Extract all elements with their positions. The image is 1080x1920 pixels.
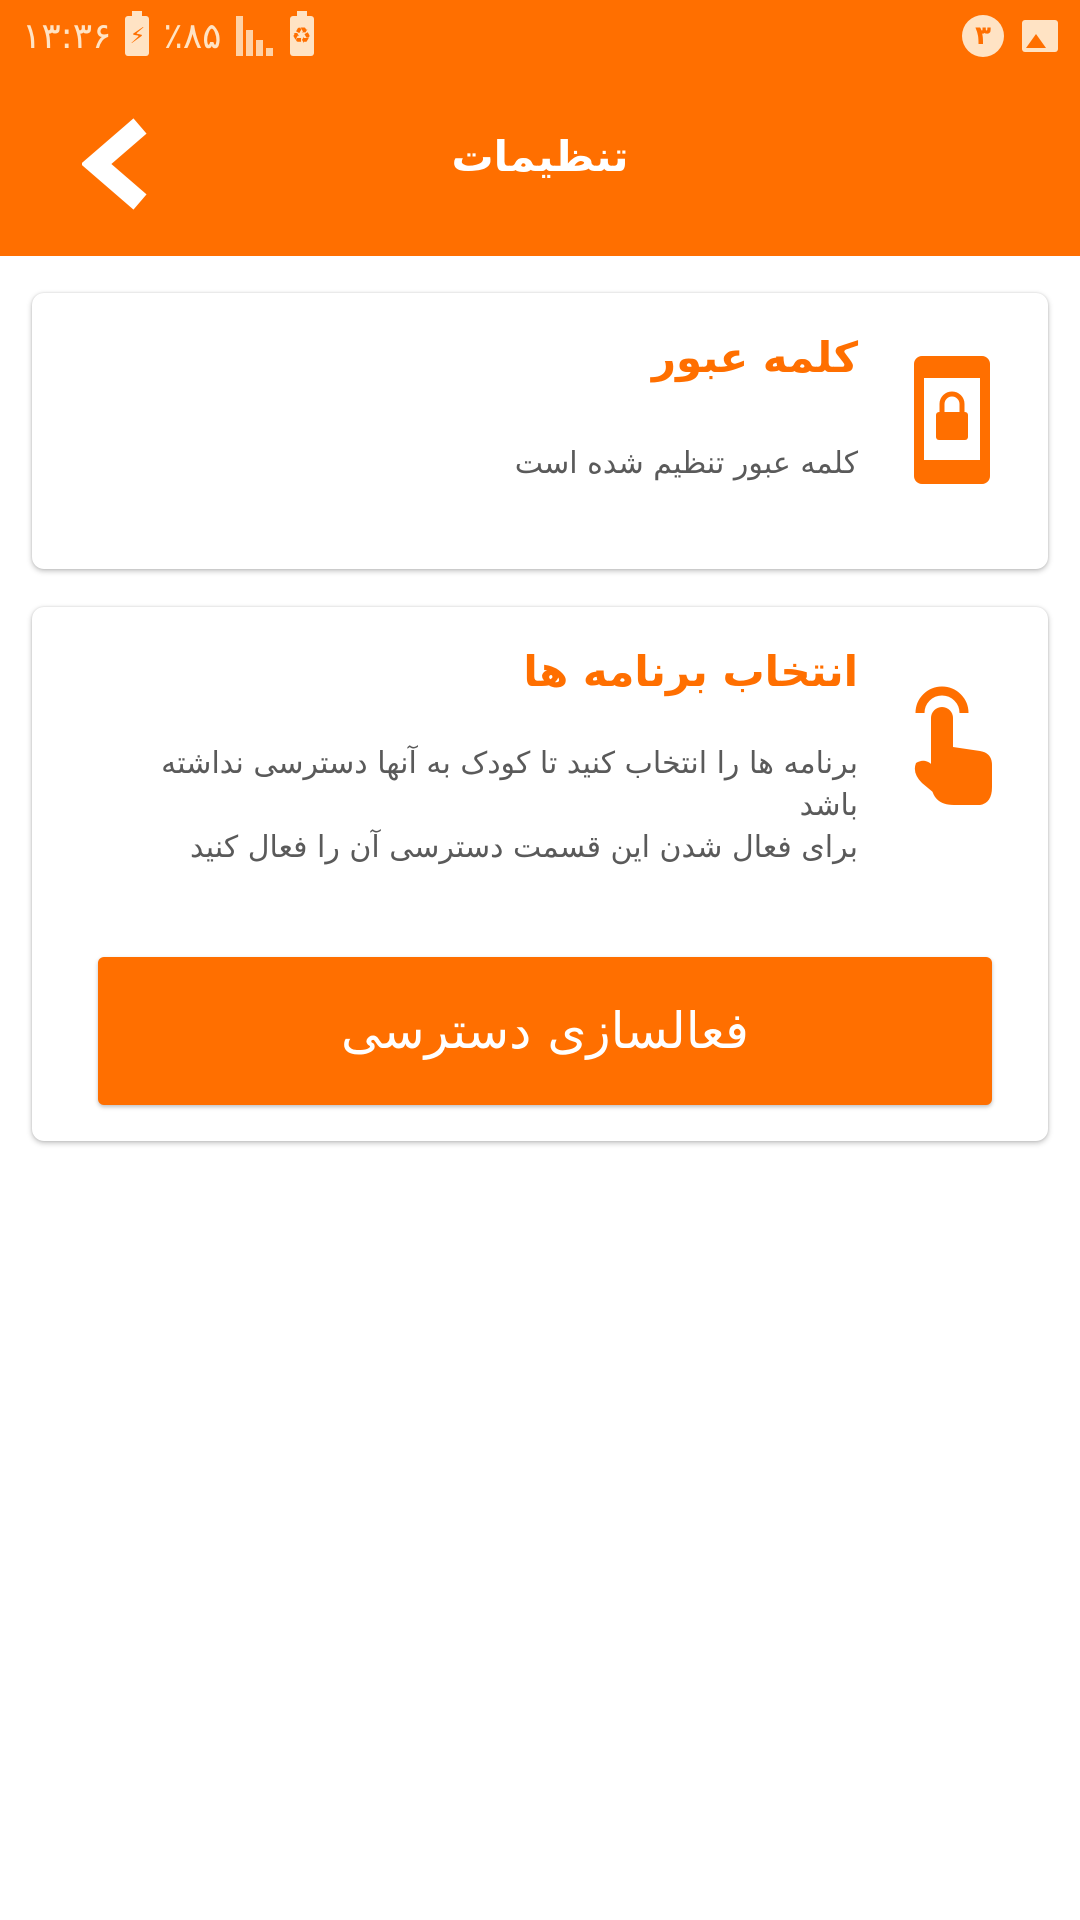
select-apps-card[interactable]: انتخاب برنامه ها برنامه ها را انتخاب کنی… bbox=[32, 607, 1048, 1141]
select-apps-card-title: انتخاب برنامه ها bbox=[523, 647, 858, 696]
select-apps-card-description: برنامه ها را انتخاب کنید تا کودک به آنها… bbox=[98, 743, 858, 869]
password-card-description: کلمه عبور تنظیم شده است bbox=[514, 446, 858, 481]
select-apps-description-line-2: برای فعال شدن این قسمت دسترسی آن را فعال… bbox=[190, 830, 858, 865]
status-bar-right: ۳ bbox=[962, 0, 1058, 72]
app-bar: تنظیمات bbox=[0, 72, 1080, 256]
password-card-title: کلمه عبور bbox=[651, 333, 858, 382]
status-battery-percent: ٪۸۵ bbox=[163, 15, 222, 57]
notification-count-badge: ۳ bbox=[962, 15, 1004, 57]
image-notification-icon bbox=[1022, 20, 1058, 52]
page-title: تنظیمات bbox=[451, 132, 629, 181]
phone-lock-icon bbox=[914, 356, 990, 488]
touch-finger-icon bbox=[910, 683, 994, 811]
select-apps-description-line-1: برنامه ها را انتخاب کنید تا کودک به آنها… bbox=[161, 746, 858, 823]
status-bar: ۱۳:۳۶ ⚡ ٪۸۵ ♻ ۳ bbox=[0, 0, 1080, 72]
signal-icon bbox=[235, 16, 276, 56]
status-bar-left: ۱۳:۳۶ ⚡ ٪۸۵ ♻ bbox=[22, 0, 314, 72]
activate-access-button[interactable]: فعالسازی دسترسی bbox=[98, 957, 992, 1105]
battery-charging-icon: ⚡ bbox=[125, 11, 150, 56]
password-card[interactable]: کلمه عبور کلمه عبور تنظیم شده است bbox=[32, 293, 1048, 569]
battery-saver-icon: ♻ bbox=[289, 11, 314, 56]
status-time: ۱۳:۳۶ bbox=[22, 15, 112, 57]
